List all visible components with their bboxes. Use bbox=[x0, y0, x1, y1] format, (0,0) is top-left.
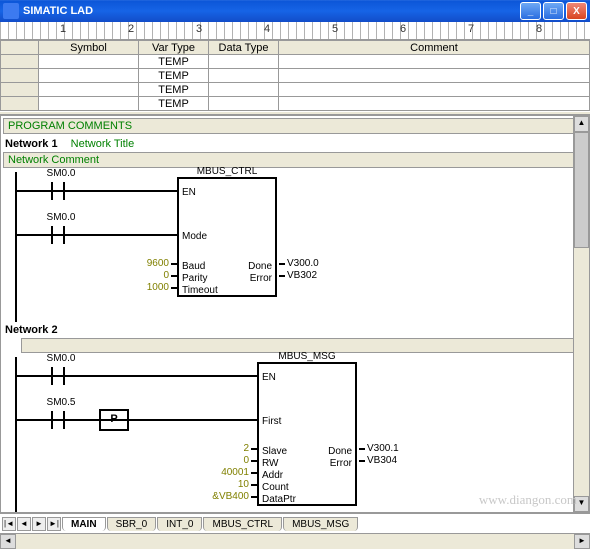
ruler-mark: 7 bbox=[468, 23, 474, 35]
pin-rw: RW bbox=[262, 458, 278, 469]
ruler-mark: 2 bbox=[128, 23, 134, 35]
contact-sm00[interactable]: SM0.0 bbox=[43, 180, 73, 202]
out-done[interactable]: V300.0 bbox=[287, 258, 319, 269]
out-done[interactable]: V300.1 bbox=[367, 443, 399, 454]
tab-sbr0[interactable]: SBR_0 bbox=[107, 517, 157, 531]
tab-mbus-msg[interactable]: MBUS_MSG bbox=[283, 517, 358, 531]
out-error[interactable]: VB304 bbox=[367, 455, 397, 466]
col-symbol: Symbol bbox=[39, 41, 139, 55]
scroll-right-icon[interactable]: ► bbox=[574, 534, 590, 549]
pin-slave: Slave bbox=[262, 446, 287, 457]
pin-dataptr: DataPtr bbox=[262, 494, 296, 505]
val-baud[interactable]: 9600 bbox=[133, 258, 169, 269]
pin-done: Done bbox=[328, 446, 352, 457]
network-label: Network 1 bbox=[5, 138, 58, 150]
network-2-header: Network 2 bbox=[1, 322, 589, 338]
variable-table[interactable]: Symbol Var Type Data Type Comment TEMP T… bbox=[0, 40, 590, 111]
scroll-thumb[interactable] bbox=[574, 132, 589, 248]
col-comment: Comment bbox=[279, 41, 590, 55]
contact-sm00[interactable]: SM0.0 bbox=[43, 224, 73, 246]
scroll-left-icon[interactable]: ◄ bbox=[0, 534, 16, 549]
contact-sm00[interactable]: SM0.0 bbox=[43, 365, 73, 387]
watermark: www.diangon.com bbox=[479, 492, 577, 508]
table-row[interactable]: TEMP bbox=[1, 55, 590, 69]
val-count[interactable]: 10 bbox=[209, 479, 249, 490]
contact-sm05[interactable]: SM0.5 bbox=[43, 409, 73, 431]
val-timeout[interactable]: 1000 bbox=[133, 282, 169, 293]
pin-addr: Addr bbox=[262, 470, 283, 481]
vertical-scrollbar[interactable]: ▲ ▼ bbox=[573, 116, 589, 512]
val-parity[interactable]: 0 bbox=[133, 270, 169, 281]
ruler-mark: 8 bbox=[536, 23, 542, 35]
window-title: SIMATIC LAD bbox=[23, 5, 518, 17]
ruler-mark: 1 bbox=[60, 23, 66, 35]
val-addr[interactable]: 40001 bbox=[209, 467, 249, 478]
app-icon bbox=[3, 3, 19, 19]
pin-count: Count bbox=[262, 482, 289, 493]
tab-int0[interactable]: INT_0 bbox=[157, 517, 202, 531]
col-vartype: Var Type bbox=[139, 41, 209, 55]
block-mbus-msg[interactable]: MBUS_MSG EN First Slave RW Addr Count Da… bbox=[257, 362, 357, 506]
ruler-mark: 5 bbox=[332, 23, 338, 35]
pin-first: First bbox=[262, 416, 281, 427]
block-name: MBUS_MSG bbox=[259, 351, 355, 362]
ruler: 1 2 3 4 5 6 7 8 bbox=[0, 22, 590, 40]
pin-timeout: Timeout bbox=[182, 285, 218, 296]
tab-next-icon[interactable]: ► bbox=[32, 517, 46, 531]
network-1-comment[interactable]: Network Comment bbox=[3, 152, 587, 168]
network-1-header: Network 1 Network Title bbox=[1, 136, 589, 152]
scroll-up-icon[interactable]: ▲ bbox=[574, 116, 589, 132]
network-label: Network 2 bbox=[5, 324, 58, 336]
edge-positive[interactable]: P bbox=[99, 409, 129, 431]
pin-mode: Mode bbox=[182, 231, 207, 242]
pin-done: Done bbox=[248, 261, 272, 272]
horizontal-scrollbar[interactable]: ◄ ► bbox=[0, 533, 590, 549]
tab-last-icon[interactable]: ►| bbox=[47, 517, 61, 531]
ladder-editor[interactable]: PROGRAM COMMENTS Network 1 Network Title… bbox=[0, 115, 590, 513]
out-error[interactable]: VB302 bbox=[287, 270, 317, 281]
network-1-ladder[interactable]: SM0.0 SM0.0 MBUS_CTRL EN Mode Baud Parit… bbox=[3, 172, 587, 322]
ruler-mark: 4 bbox=[264, 23, 270, 35]
pin-error: Error bbox=[330, 458, 352, 469]
block-mbus-ctrl[interactable]: MBUS_CTRL EN Mode Baud Parity Timeout Do… bbox=[177, 177, 277, 297]
val-dataptr[interactable]: &VB400 bbox=[209, 491, 249, 502]
pin-baud: Baud bbox=[182, 261, 205, 272]
ruler-mark: 3 bbox=[196, 23, 202, 35]
pin-en: EN bbox=[262, 372, 276, 383]
table-row[interactable]: TEMP bbox=[1, 97, 590, 111]
table-row[interactable]: TEMP bbox=[1, 83, 590, 97]
window-titlebar: SIMATIC LAD _ □ X bbox=[0, 0, 590, 22]
network-title[interactable]: Network Title bbox=[71, 138, 135, 150]
tab-bar: |◄ ◄ ► ►| MAIN SBR_0 INT_0 MBUS_CTRL MBU… bbox=[0, 513, 590, 533]
tab-first-icon[interactable]: |◄ bbox=[2, 517, 16, 531]
network-2-ladder[interactable]: SM0.0 SM0.5 P MBUS_MSG EN First Slave RW… bbox=[3, 357, 587, 513]
table-row[interactable]: TEMP bbox=[1, 69, 590, 83]
row-header bbox=[1, 41, 39, 55]
tab-mbus-ctrl[interactable]: MBUS_CTRL bbox=[203, 517, 282, 531]
program-comments[interactable]: PROGRAM COMMENTS bbox=[3, 118, 587, 134]
tab-main[interactable]: MAIN bbox=[62, 517, 106, 531]
minimize-button[interactable]: _ bbox=[520, 2, 541, 20]
maximize-button[interactable]: □ bbox=[543, 2, 564, 20]
close-button[interactable]: X bbox=[566, 2, 587, 20]
pin-error: Error bbox=[250, 273, 272, 284]
pin-en: EN bbox=[182, 187, 196, 198]
col-datatype: Data Type bbox=[209, 41, 279, 55]
tab-prev-icon[interactable]: ◄ bbox=[17, 517, 31, 531]
val-slave[interactable]: 2 bbox=[209, 443, 249, 454]
ruler-mark: 6 bbox=[400, 23, 406, 35]
pin-parity: Parity bbox=[182, 273, 208, 284]
val-rw[interactable]: 0 bbox=[209, 455, 249, 466]
block-name: MBUS_CTRL bbox=[179, 166, 275, 177]
